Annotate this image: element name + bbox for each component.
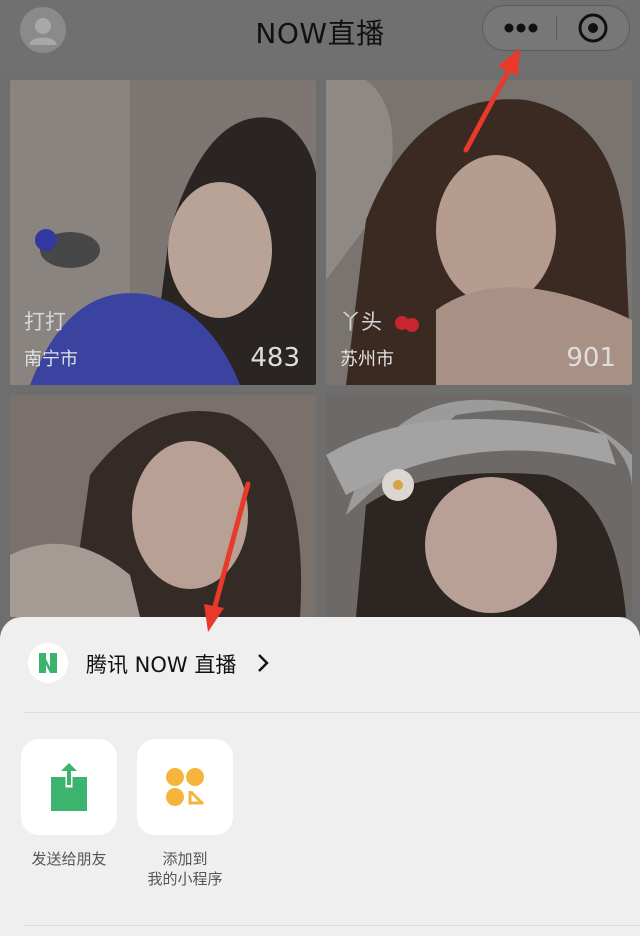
add-mini-program-icon	[166, 768, 205, 806]
stream-thumbnail	[10, 80, 316, 385]
streamer-nickname: 打打	[24, 310, 66, 334]
now-logo-icon	[28, 643, 68, 683]
app-name: 腾讯 NOW 直播	[86, 653, 237, 677]
streamer-city: 苏州市	[340, 349, 394, 370]
send-to-friend-button[interactable]: 发送给朋友	[21, 739, 117, 869]
divider	[24, 712, 640, 713]
divider	[24, 925, 640, 926]
stream-thumbnail	[326, 395, 632, 617]
action-label: 发送给朋友	[31, 850, 107, 868]
chevron-right-icon	[258, 654, 269, 672]
stream-thumbnail	[326, 80, 632, 385]
action-sheet: 腾讯 NOW 直播 发送给朋友 添加到 我的小程序	[0, 617, 640, 936]
action-tile	[21, 739, 117, 835]
more-dots-icon	[504, 23, 538, 33]
more-button[interactable]	[483, 6, 556, 50]
action-tile	[137, 739, 233, 835]
close-button[interactable]	[557, 6, 630, 50]
top-bar: NOW直播	[0, 0, 640, 70]
live-card[interactable]: 打打 南宁市 483	[10, 80, 316, 385]
live-card[interactable]: 丫头 苏州市 901	[326, 80, 632, 385]
add-to-my-mini-programs-button[interactable]: 添加到 我的小程序	[137, 739, 233, 889]
capsule-menu	[482, 5, 630, 51]
streamer-city: 南宁市	[24, 349, 78, 370]
live-card[interactable]	[326, 395, 632, 617]
stream-thumbnail	[10, 395, 316, 617]
streamer-nickname: 丫头	[340, 310, 382, 334]
share-icon	[51, 760, 87, 811]
viewer-count: 901	[566, 343, 616, 373]
viewer-count: 483	[250, 343, 300, 373]
mini-program-entry[interactable]: 腾讯 NOW 直播	[0, 617, 640, 712]
action-label: 添加到 我的小程序	[147, 850, 223, 888]
live-card[interactable]	[10, 395, 316, 617]
target-close-icon	[578, 13, 608, 43]
